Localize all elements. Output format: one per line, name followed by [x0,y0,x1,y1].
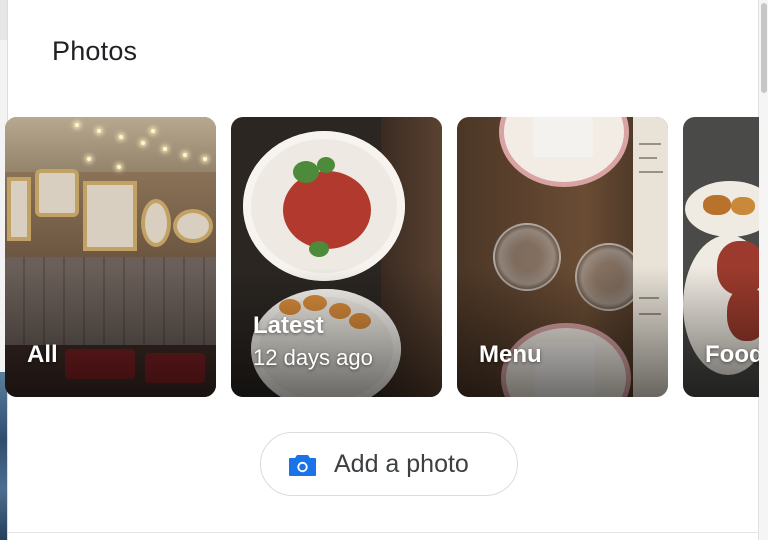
photo-category-carousel[interactable]: All Latest 12 days ago Menu Food [0,117,759,397]
light-bulb [117,165,121,169]
photo-category-latest[interactable]: Latest 12 days ago [231,117,442,397]
photo-category-menu[interactable]: Menu [457,117,668,397]
photo-latest-herb [317,157,335,173]
card-shade [5,267,216,397]
card-shade [457,267,668,397]
photo-latest-herb [293,161,319,183]
category-sublabel: 12 days ago [253,345,373,370]
photo-latest-sauce [283,171,371,249]
photo-food-item [703,195,731,215]
category-label: Latest [253,312,324,339]
panel-title: Photos [52,36,138,66]
light-bulb [97,129,101,133]
light-bulb [75,123,79,127]
category-label: All [27,341,58,368]
light-bulb [203,157,207,161]
light-bulb [151,129,155,133]
photo-menu-line [639,171,663,173]
photo-all-mirror [35,169,79,217]
scrollbar[interactable] [758,0,768,540]
photo-category-food[interactable]: Food [683,117,759,397]
category-label: Food [705,341,759,368]
photo-all-mirror [141,199,171,247]
photo-menu-line [639,143,661,145]
photo-category-all[interactable]: All [5,117,216,397]
light-bulb [163,147,167,151]
scrollbar-thumb[interactable] [761,3,767,93]
photo-all-mirror [83,181,137,251]
light-bulb [141,141,145,145]
card-shade [683,267,759,397]
page-edge-top [0,0,7,40]
light-bulb [119,135,123,139]
photo-latest-herb [309,241,329,257]
add-photo-button[interactable]: Add a photo [260,432,518,496]
photos-panel: Photos All Latest 12 days ago Menu Food … [0,0,768,540]
add-photo-label: Add a photo [334,450,469,478]
photo-food-item [731,197,755,215]
photo-all-mirror [173,209,213,243]
photo-menu-line [639,157,657,159]
category-label: Menu [479,341,542,368]
divider [8,532,759,533]
light-bulb [87,157,91,161]
photo-menu-napkin [533,117,593,157]
light-bulb [183,153,187,157]
page-edge-image [0,372,7,540]
camera-icon [288,453,317,477]
photo-all-mirror [7,177,31,241]
